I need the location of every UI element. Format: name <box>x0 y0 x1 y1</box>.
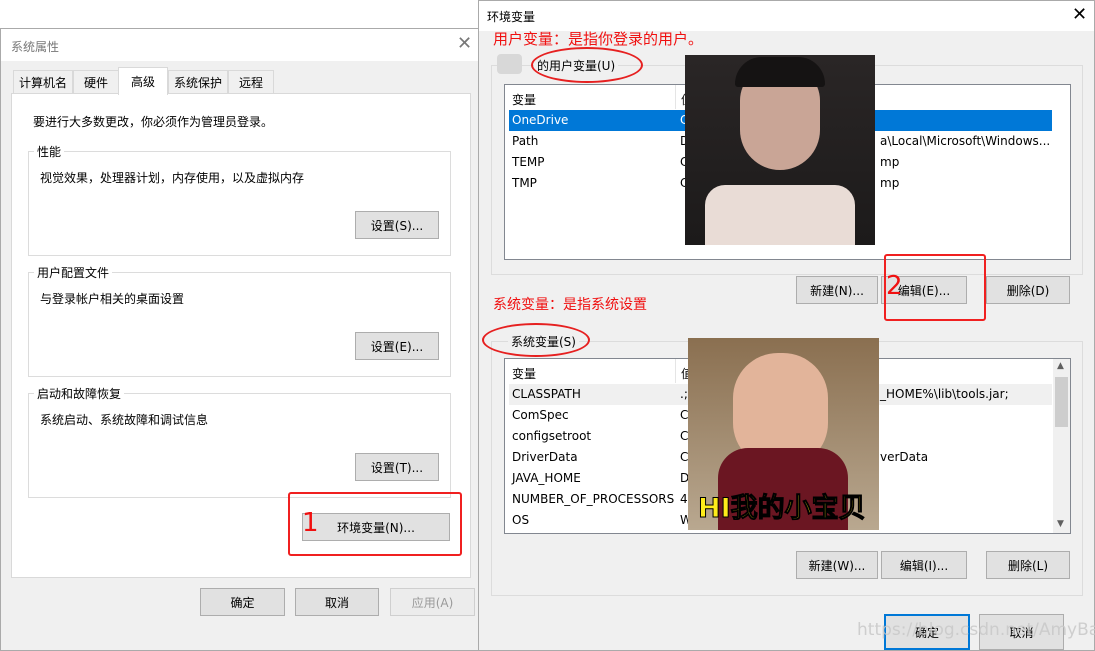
user-profiles-group: 用户配置文件 与登录帐户相关的桌面设置 设置(E)... <box>28 264 451 377</box>
variable-name: ComSpec <box>512 408 569 422</box>
variable-name: DriverData <box>512 450 578 464</box>
group-desc: 系统启动、系统故障和调试信息 <box>40 413 209 427</box>
scroll-down-icon[interactable]: ▼ <box>1057 519 1064 529</box>
scroll-thumb[interactable] <box>1055 377 1068 427</box>
user-group-circle <box>531 47 643 83</box>
system-properties-dialog: 系统属性 ✕ 计算机名 硬件 高级 系统保护 远程 要进行大多数更改，你必须作为… <box>0 28 479 651</box>
system-group-circle <box>482 323 590 357</box>
column-header-name[interactable]: 变量 <box>512 365 536 382</box>
column-header-name[interactable]: 变量 <box>512 91 536 108</box>
variable-name: configsetroot <box>512 429 592 443</box>
tab-label: 系统保护 <box>173 75 222 90</box>
user-profiles-settings-button[interactable]: 设置(E)... <box>355 332 439 360</box>
variable-value-tail: _HOME%\lib\tools.jar; <box>880 387 1009 401</box>
close-icon[interactable]: ✕ <box>457 33 472 54</box>
variable-name: CLASSPATH <box>512 387 581 401</box>
tab-label: 高级 <box>130 75 155 89</box>
user-vars-note: 用户变量：是指你登录的用户。 <box>493 30 704 48</box>
tab-remote[interactable]: 远程 <box>228 70 274 94</box>
tab-hardware[interactable]: 硬件 <box>73 70 119 94</box>
variable-value-tail: mp <box>880 176 900 190</box>
user-new-button[interactable]: 新建(N)... <box>796 276 878 304</box>
startup-recovery-group: 启动和故障恢复 系统启动、系统故障和调试信息 设置(T)... <box>28 385 451 498</box>
cancel-button[interactable]: 取消 <box>295 588 379 616</box>
tab-advanced[interactable]: 高级 <box>118 67 168 95</box>
close-icon[interactable]: ✕ <box>1072 4 1087 25</box>
group-title: 启动和故障恢复 <box>34 385 125 402</box>
group-desc: 视觉效果，处理器计划，内存使用，以及虚拟内存 <box>40 171 305 185</box>
tab-system-protection[interactable]: 系统保护 <box>168 70 228 94</box>
scroll-up-icon[interactable]: ▲ <box>1057 361 1064 371</box>
tab-label: 计算机名 <box>18 75 67 90</box>
startup-settings-button[interactable]: 设置(T)... <box>355 453 439 481</box>
tab-computer-name[interactable]: 计算机名 <box>13 70 73 94</box>
system-vars-note: 系统变量：是指系统设置 <box>493 297 647 313</box>
variable-name: NUMBER_OF_PROCESSORS <box>512 492 675 506</box>
system-edit-button[interactable]: 编辑(I)... <box>881 551 967 579</box>
group-desc: 与登录帐户相关的桌面设置 <box>40 292 185 306</box>
step1-label: 1 <box>302 508 319 538</box>
step2-label: 2 <box>886 271 903 301</box>
variable-value-tail: mp <box>880 155 900 169</box>
variable-name: OS <box>512 513 530 527</box>
variable-value-tail: a\Local\Microsoft\Windows... <box>880 134 1051 148</box>
variable-name: TMP <box>512 176 537 190</box>
variable-name: TEMP <box>512 155 545 169</box>
dialog-title: 系统属性 <box>11 40 60 54</box>
user-delete-button[interactable]: 删除(D) <box>986 276 1070 304</box>
group-title: 用户配置文件 <box>34 264 113 281</box>
meme-caption: HI我的小宝贝 <box>698 493 867 525</box>
group-title: 性能 <box>34 143 65 160</box>
meme-photo: HI我的小宝贝 <box>688 338 879 530</box>
apply-button[interactable]: 应用(A) <box>390 588 475 616</box>
watermark: https://blog.csdn.net/AmyBaby00 <box>857 620 1095 640</box>
performance-group: 性能 视觉效果，处理器计划，内存使用，以及虚拟内存 设置(S)... <box>28 143 451 256</box>
ok-button[interactable]: 确定 <box>200 588 285 616</box>
portrait-photo <box>685 55 875 245</box>
variable-name: JAVA_HOME <box>512 471 581 485</box>
tab-label: 远程 <box>238 75 263 90</box>
variable-value: 4 <box>680 492 688 506</box>
admin-note: 要进行大多数更改，你必须作为管理员登录。 <box>33 115 274 129</box>
variable-name: OneDrive <box>512 113 569 127</box>
performance-settings-button[interactable]: 设置(S)... <box>355 211 439 239</box>
system-delete-button[interactable]: 删除(L) <box>986 551 1070 579</box>
blurred-username <box>497 54 522 74</box>
scrollbar[interactable]: ▲ ▼ <box>1053 359 1070 533</box>
tab-label: 硬件 <box>83 75 108 90</box>
variable-name: Path <box>512 134 539 148</box>
system-new-button[interactable]: 新建(W)... <box>796 551 878 579</box>
variable-value-tail: verData <box>880 450 929 464</box>
tab-panel: 要进行大多数更改，你必须作为管理员登录。 性能 视觉效果，处理器计划，内存使用，… <box>11 93 471 578</box>
dialog-title: 环境变量 <box>487 10 536 24</box>
